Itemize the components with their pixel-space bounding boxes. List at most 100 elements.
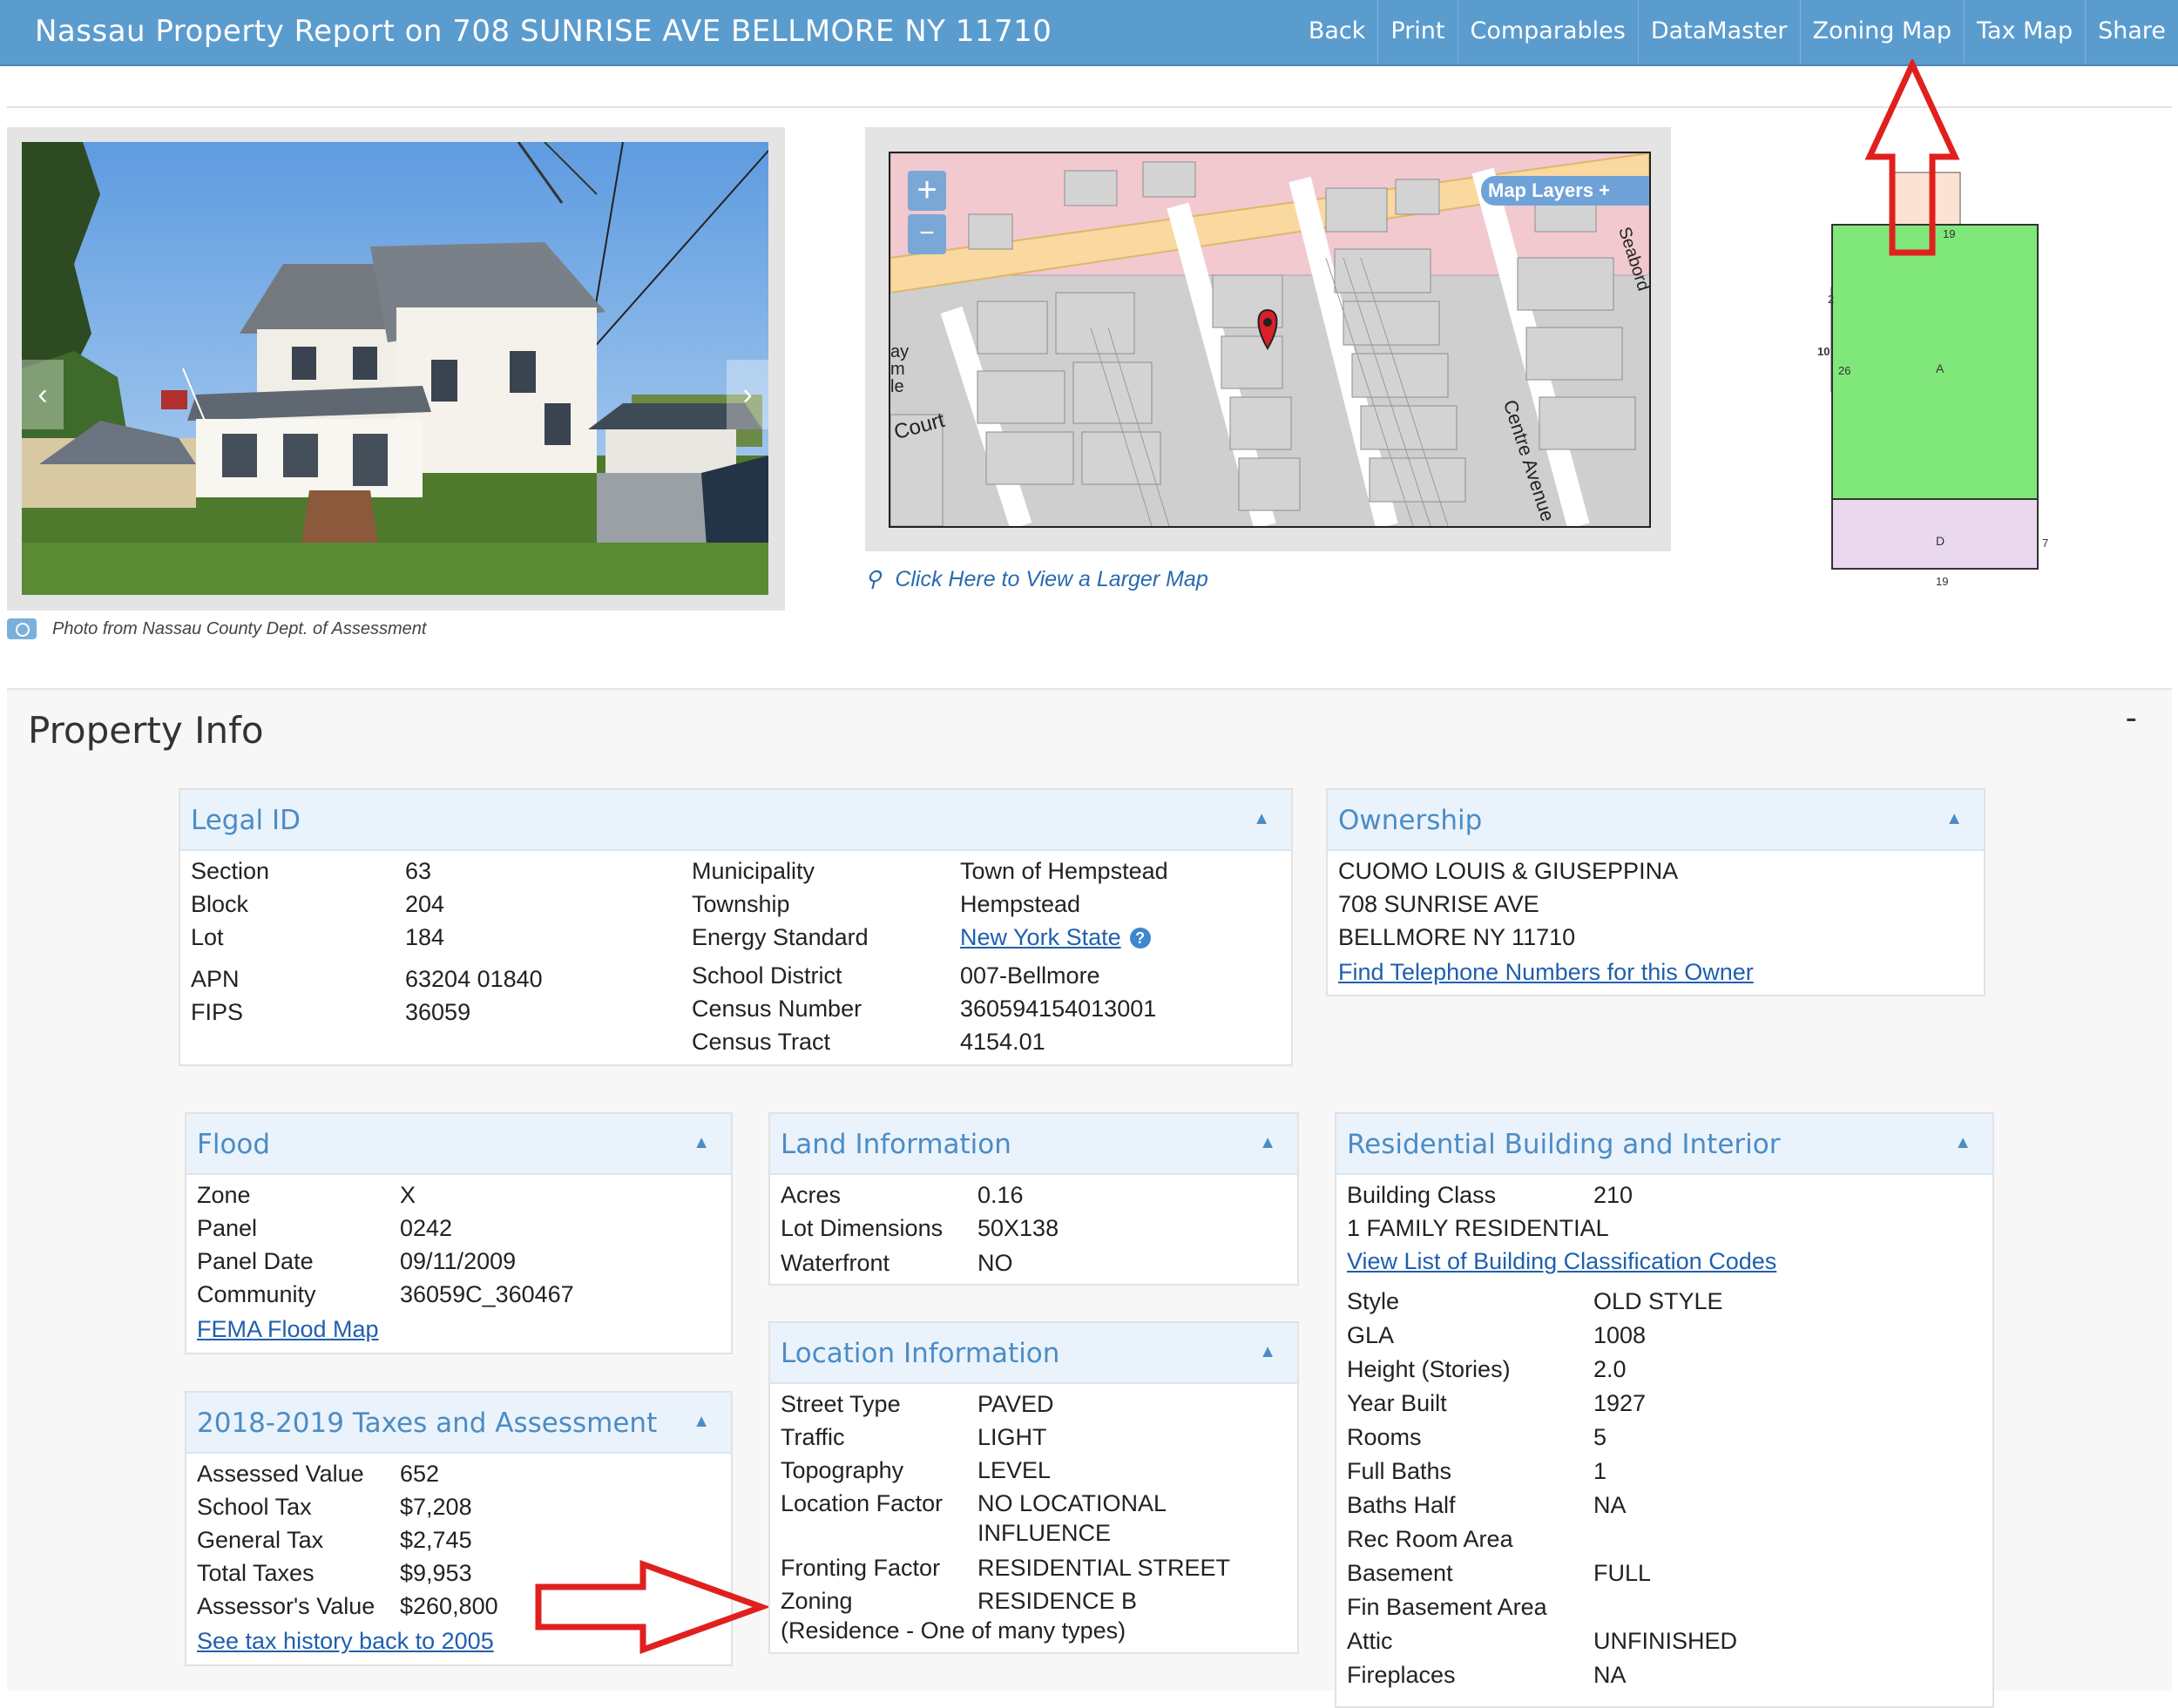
annotation-arrow-up — [1864, 59, 1960, 256]
property-info-header[interactable]: Property Info - — [7, 688, 2172, 772]
taxes-header[interactable]: 2018-2019 Taxes and Assessment ▲ — [186, 1393, 731, 1454]
location-value: PAVED — [977, 1391, 1054, 1417]
land-label: Lot Dimensions — [781, 1215, 944, 1241]
location-info-title: Location Information — [781, 1338, 1060, 1369]
flood-label: Panel Date — [197, 1248, 314, 1274]
larger-map-link[interactable]: ⚲ Click Here to View a Larger Map — [865, 566, 1208, 592]
parcel-map[interactable]: + − Map Layers + Court Centre Avenue Sea… — [889, 152, 1651, 528]
photo-next-button[interactable]: › — [727, 360, 768, 429]
building-codes-link[interactable]: View List of Building Classification Cod… — [1347, 1248, 1776, 1275]
land-value: 50X138 — [977, 1215, 1059, 1241]
property-info-title: Property Info — [28, 709, 264, 752]
nav-print-button[interactable]: Print — [1377, 0, 1457, 64]
tax-label: School Tax — [197, 1494, 312, 1520]
nav-comparables-button[interactable]: Comparables — [1457, 0, 1638, 64]
help-icon[interactable]: ? — [1129, 928, 1151, 949]
larger-map-link-text: Click Here to View a Larger Map — [895, 566, 1208, 591]
tax-value: 652 — [400, 1461, 440, 1487]
legal-value: 63204 01840 — [405, 966, 543, 992]
partial-street-label: ay m le — [890, 343, 909, 395]
legal-label: Municipality — [692, 858, 815, 884]
owner-address-line1: 708 SUNRISE AVE — [1338, 891, 1539, 917]
building-class-label: Building Class — [1347, 1182, 1497, 1208]
residential-value: NA — [1593, 1662, 1627, 1688]
location-value: LEVEL — [977, 1457, 1052, 1483]
residential-label: Year Built — [1347, 1390, 1447, 1416]
legal-label: FIPS — [191, 999, 244, 1025]
location-label: Traffic — [781, 1424, 845, 1450]
legal-value: 36059 — [405, 999, 471, 1025]
residential-header[interactable]: Residential Building and Interior ▲ — [1336, 1114, 1992, 1175]
collapse-triangle-icon[interactable]: ▲ — [1954, 1133, 1972, 1153]
map-marker-icon: ⚲ — [865, 567, 882, 591]
taxes-title: 2018-2019 Taxes and Assessment — [197, 1408, 658, 1439]
sketch-label-10: 10 — [1817, 345, 1830, 358]
annotation-arrow-right — [535, 1560, 768, 1654]
location-label: Fronting Factor — [781, 1555, 941, 1581]
collapse-triangle-icon[interactable]: ▲ — [693, 1133, 710, 1153]
residential-value: 5 — [1593, 1424, 1607, 1450]
tax-history-link[interactable]: See tax history back to 2005 — [197, 1628, 494, 1655]
residential-value: FULL — [1593, 1560, 1652, 1586]
land-info-header[interactable]: Land Information ▲ — [770, 1114, 1297, 1175]
collapse-triangle-icon[interactable]: ▲ — [1253, 809, 1270, 829]
location-info-header[interactable]: Location Information ▲ — [770, 1323, 1297, 1384]
building-class-desc: 1 FAMILY RESIDENTIAL — [1347, 1215, 1609, 1241]
sketch-label-2: 2 — [1828, 293, 1834, 306]
house-photo-illustration — [22, 142, 768, 595]
flood-panel: Flood ▲ Zone X Panel 0242 Panel Date 09/… — [185, 1112, 733, 1354]
energy-standard-link[interactable]: New York State — [960, 924, 1121, 950]
tax-label: Total Taxes — [197, 1560, 315, 1586]
nav-tax-map-button[interactable]: Tax Map — [1963, 0, 2085, 64]
location-value-continued: INFLUENCE — [977, 1520, 1112, 1546]
flood-value: 36059C_360467 — [400, 1281, 574, 1307]
zoning-label: Zoning — [781, 1588, 853, 1614]
sketch-label-side: 26 — [1838, 364, 1850, 377]
residential-label: Baths Half — [1347, 1492, 1456, 1518]
nav-zoning-map-button[interactable]: Zoning Map — [1799, 0, 1964, 64]
location-value: LIGHT — [977, 1424, 1047, 1450]
legal-value: Town of Hempstead — [960, 858, 1168, 884]
legal-label: APN — [191, 966, 240, 992]
legal-label: Section — [191, 858, 270, 884]
legal-id-title: Legal ID — [191, 805, 301, 836]
legal-value: 204 — [405, 891, 445, 917]
photo-prev-button[interactable]: ‹ — [22, 360, 64, 429]
legal-label: School District — [692, 962, 842, 989]
residential-label: Rooms — [1347, 1424, 1422, 1450]
photo-caption: Photo from Nassau County Dept. of Assess… — [7, 618, 426, 639]
collapse-triangle-icon[interactable]: ▲ — [1259, 1133, 1276, 1153]
nav-back-button[interactable]: Back — [1296, 0, 1378, 64]
find-telephone-link[interactable]: Find Telephone Numbers for this Owner — [1338, 959, 1754, 986]
legal-value: 360594154013001 — [960, 996, 1157, 1022]
map-frame: + − Map Layers + Court Centre Avenue Sea… — [865, 127, 1671, 551]
map-zoom-in-button[interactable]: + — [908, 171, 946, 211]
nav-datamaster-button[interactable]: DataMaster — [1637, 0, 1800, 64]
property-info-collapse-button[interactable]: - — [2126, 699, 2137, 738]
sketch-label-7: 7 — [2042, 537, 2048, 550]
owner-name: CUOMO LOUIS & GIUSEPPINA — [1338, 858, 1679, 884]
legal-id-header[interactable]: Legal ID ▲ — [180, 790, 1291, 851]
residential-label: Basement — [1347, 1560, 1453, 1586]
collapse-triangle-icon[interactable]: ▲ — [693, 1412, 710, 1432]
map-zoom-out-button[interactable]: − — [908, 214, 946, 254]
flood-header[interactable]: Flood ▲ — [186, 1114, 731, 1175]
nav-share-button[interactable]: Share — [2085, 0, 2178, 64]
location-value: NO LOCATIONAL — [977, 1490, 1167, 1516]
fema-flood-map-link[interactable]: FEMA Flood Map — [197, 1316, 379, 1343]
sketch-label-d: D — [1936, 534, 1945, 548]
residential-label: Attic — [1347, 1628, 1393, 1654]
collapse-triangle-icon[interactable]: ▲ — [1945, 809, 1963, 829]
collapse-triangle-icon[interactable]: ▲ — [1259, 1342, 1276, 1362]
legal-label: Township — [692, 891, 790, 917]
residential-panel: Residential Building and Interior ▲ Buil… — [1335, 1112, 1994, 1708]
flood-label: Panel — [197, 1215, 258, 1241]
legal-value: 4154.01 — [960, 1029, 1045, 1055]
location-label: Location Factor — [781, 1490, 944, 1516]
legal-label: Census Number — [692, 996, 862, 1022]
partial-label-2: m — [890, 360, 905, 379]
ownership-header[interactable]: Ownership ▲ — [1328, 790, 1984, 851]
residential-title: Residential Building and Interior — [1347, 1129, 1781, 1160]
map-layers-button[interactable]: Map Layers + — [1481, 176, 1649, 206]
property-photo-frame: ‹ › — [7, 127, 785, 611]
